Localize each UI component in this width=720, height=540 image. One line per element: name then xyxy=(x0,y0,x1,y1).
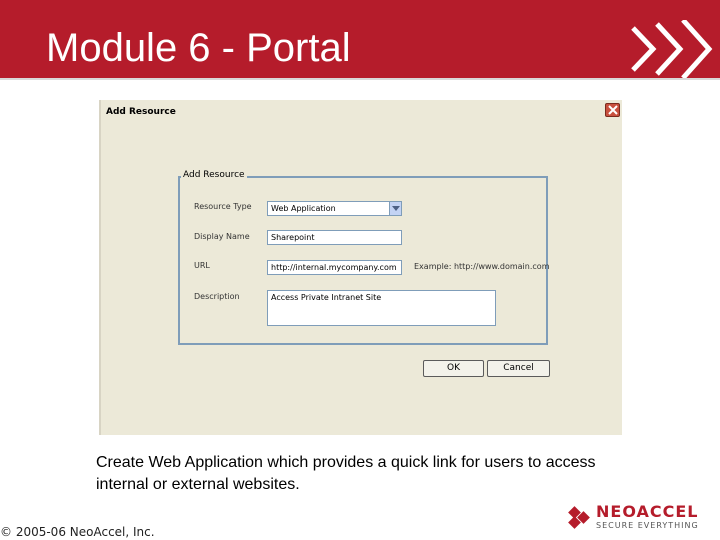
display-name-input[interactable]: Sharepoint xyxy=(267,230,402,245)
resource-type-value: Web Application xyxy=(271,204,336,213)
description-textarea[interactable]: Access Private Intranet Site xyxy=(267,290,496,326)
neoaccel-logo-icon xyxy=(568,506,590,529)
slide-caption: Create Web Application which provides a … xyxy=(96,452,696,496)
resource-type-select[interactable]: Web Application xyxy=(267,201,402,216)
url-example: Example: http://www.domain.com xyxy=(414,262,550,271)
url-input[interactable]: http://internal.mycompany.com xyxy=(267,260,402,275)
logo-tagline: SECURE EVERYTHING xyxy=(596,521,699,530)
dialog-title: Add Resource xyxy=(106,107,176,117)
add-resource-dialog: Add Resource Add Resource Resource Type … xyxy=(99,100,622,435)
close-icon xyxy=(608,105,618,115)
close-button[interactable] xyxy=(605,103,620,117)
cancel-button[interactable]: Cancel xyxy=(487,360,550,377)
chevrons-icon xyxy=(631,20,713,78)
group-title: Add Resource xyxy=(181,170,247,180)
copyright-text: © 2005-06 NeoAccel, Inc. xyxy=(0,525,155,539)
description-label: Description xyxy=(194,292,240,301)
url-label: URL xyxy=(194,261,210,270)
neoaccel-logo: NEOACCEL SECURE EVERYTHING xyxy=(566,502,716,534)
caption-line-2: internal or external websites. xyxy=(96,476,300,493)
resource-type-label: Resource Type xyxy=(194,202,252,211)
slide-title: Module 6 - Portal xyxy=(46,26,351,70)
ok-button[interactable]: OK xyxy=(423,360,484,377)
caption-line-1: Create Web Application which provides a … xyxy=(96,454,596,471)
logo-brand: NEOACCEL xyxy=(596,502,699,521)
dropdown-arrow-icon[interactable] xyxy=(389,202,401,215)
display-name-label: Display Name xyxy=(194,232,250,241)
title-banner: Module 6 - Portal xyxy=(0,0,720,80)
